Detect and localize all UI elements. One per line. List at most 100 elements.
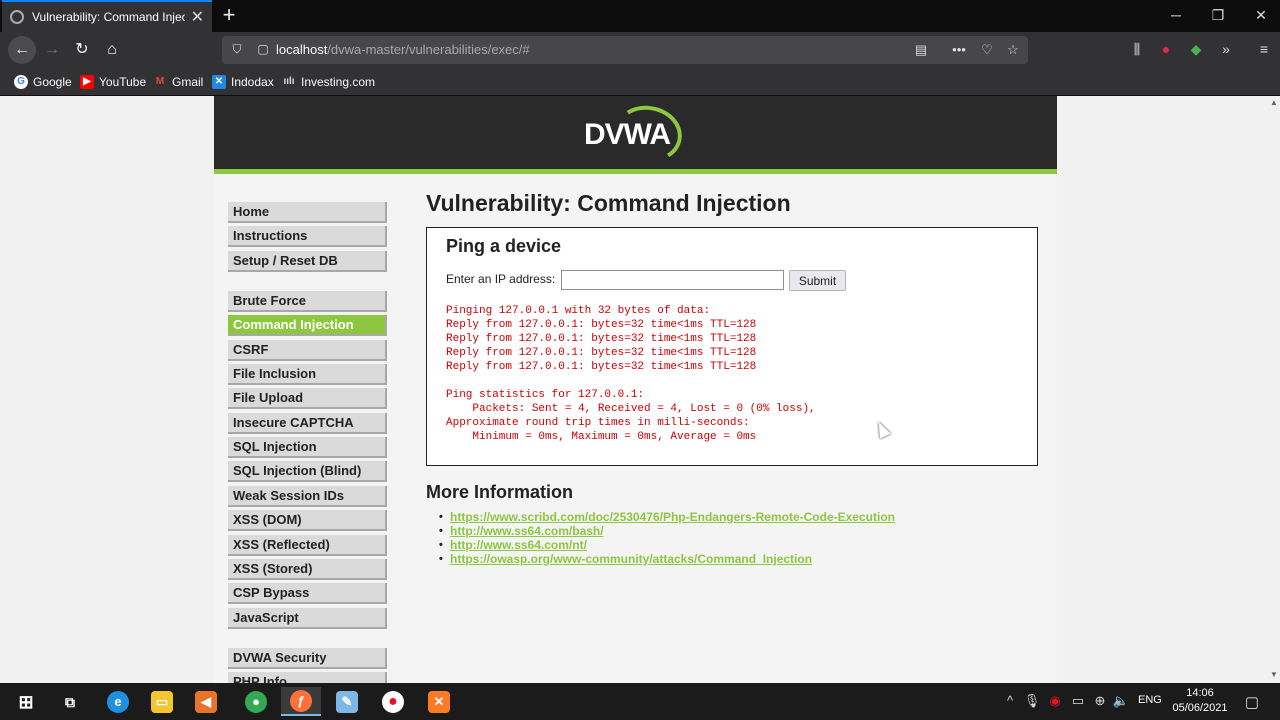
scroll-down-icon[interactable]: ▼ xyxy=(1270,670,1278,679)
link-ss64-bash[interactable]: http://www.ss64.com/bash/ xyxy=(450,524,604,538)
page-actions-icon[interactable]: ••• xyxy=(950,42,968,57)
tab-close-icon[interactable]: ✕ xyxy=(191,7,204,27)
url-text[interactable]: localhost/dvwa-master/vulnerabilities/ex… xyxy=(276,42,530,57)
dvwa-header: DVWA xyxy=(214,96,1057,174)
menu-item-csp-bypass[interactable]: CSP Bypass xyxy=(228,583,387,604)
clock-time: 14:06 xyxy=(1186,687,1214,699)
xampp-icon: ✕ xyxy=(428,690,450,713)
forward-button[interactable]: → xyxy=(38,36,66,64)
microphone-icon[interactable]: 🎙 xyxy=(1023,693,1041,709)
pocket-icon[interactable]: ♡ xyxy=(978,42,996,58)
page-scrollbar[interactable]: ▲ ▼ xyxy=(1268,96,1280,683)
menu-item-file-upload[interactable]: File Upload xyxy=(228,388,387,409)
taskbar-app-recorder[interactable]: ● xyxy=(373,687,413,716)
ip-address-input[interactable] xyxy=(561,270,784,290)
ip-address-label: Enter an IP address: xyxy=(446,272,556,286)
taskbar-app-media-player[interactable]: ◀ xyxy=(186,687,226,716)
recorder-icon: ● xyxy=(382,690,404,713)
taskbar-app-file-explorer[interactable]: ▭ xyxy=(142,687,182,716)
menu-item-sql-injection-blind[interactable]: SQL Injection (Blind) xyxy=(228,461,387,482)
home-button[interactable]: ⌂ xyxy=(98,36,126,64)
browser-tab[interactable]: Vulnerability: Command Injection ✕ xyxy=(2,0,212,32)
menu-item-instructions[interactable]: Instructions xyxy=(228,226,387,247)
scroll-up-icon[interactable]: ▲ xyxy=(1270,98,1278,107)
google-icon: G xyxy=(14,75,28,89)
menu-item-php-info[interactable]: PHP Info xyxy=(228,672,387,683)
ping-heading: Ping a device xyxy=(446,236,562,256)
page-favicon-icon xyxy=(10,10,24,24)
volume-icon[interactable]: 🔈 xyxy=(1112,693,1130,709)
bookmark-youtube[interactable]: ▶ YouTube xyxy=(80,74,146,90)
link-scribd[interactable]: https://www.scribd.com/doc/2530476/Php-E… xyxy=(450,510,895,524)
link-owasp[interactable]: https://owasp.org/www-community/attacks/… xyxy=(450,552,812,566)
overflow-menu-icon[interactable]: » xyxy=(1216,41,1236,57)
bookmark-indodax[interactable]: ✕ Indodax xyxy=(212,74,274,90)
clock[interactable]: 14:06 05/06/2021 xyxy=(1168,686,1232,716)
menu-item-csrf[interactable]: CSRF xyxy=(228,340,387,361)
menu-item-insecure-captcha[interactable]: Insecure CAPTCHA xyxy=(228,413,387,434)
file-explorer-icon: ▭ xyxy=(151,690,173,713)
menu-item-dvwa-security[interactable]: DVWA Security xyxy=(228,648,387,669)
extension-lock-icon[interactable]: ● xyxy=(1156,41,1176,57)
bookmark-gmail[interactable]: M Gmail xyxy=(153,74,204,90)
menu-item-home[interactable]: Home xyxy=(228,202,387,223)
back-button[interactable]: ← xyxy=(8,36,36,64)
submit-button[interactable]: Submit xyxy=(789,270,846,291)
navigation-toolbar: ← → ↻ ⌂ ⛉ ▢ localhost/dvwa-master/vulner… xyxy=(0,32,1280,68)
link-ss64-nt[interactable]: http://www.ss64.com/nt/ xyxy=(450,538,587,552)
menu-item-setup-reset-db[interactable]: Setup / Reset DB xyxy=(228,251,387,272)
window-close-icon[interactable]: ✕ xyxy=(1249,4,1273,26)
list-item: https://owasp.org/www-community/attacks/… xyxy=(439,552,895,566)
tracking-shield-icon[interactable]: ⛉ xyxy=(230,42,244,58)
bookmark-google[interactable]: G Google xyxy=(14,74,72,90)
menu-item-xss-dom[interactable]: XSS (DOM) xyxy=(228,510,387,531)
menu-item-javascript[interactable]: JavaScript xyxy=(228,608,387,629)
menu-item-sql-injection[interactable]: SQL Injection xyxy=(228,437,387,458)
taskbar-app-firefox[interactable]: ƒ xyxy=(281,687,321,716)
task-view-button[interactable]: ⧉ xyxy=(50,687,90,716)
media-player-icon: ◀ xyxy=(195,690,217,713)
address-bar[interactable]: ⛉ ▢ localhost/dvwa-master/vulnerabilitie… xyxy=(222,36,1028,64)
start-button[interactable]: ⊞ xyxy=(6,687,46,716)
notifications-icon[interactable]: ▢ xyxy=(1243,693,1261,711)
network-icon[interactable]: ⊕ xyxy=(1091,693,1109,709)
library-icon[interactable]: ⫼ xyxy=(1127,41,1147,58)
bookmark-label: Indodax xyxy=(231,75,274,89)
menu-item-command-injection[interactable]: Command Injection xyxy=(228,315,387,336)
reload-button[interactable]: ↻ xyxy=(68,36,96,64)
taskbar-app-chrome[interactable]: ● xyxy=(236,687,276,716)
taskbar-app-xampp[interactable]: ✕ xyxy=(419,687,459,716)
minimize-icon[interactable]: ─ xyxy=(1164,4,1188,26)
hamburger-menu-icon[interactable]: ≡ xyxy=(1254,41,1274,57)
notepad-icon: ✎ xyxy=(336,690,358,713)
tray-overflow-icon[interactable]: ^ xyxy=(1001,693,1019,708)
page-title: Vulnerability: Command Injection xyxy=(426,190,791,216)
bookmark-label: Google xyxy=(33,75,72,89)
ping-form-box: Ping a device Enter an IP address: Submi… xyxy=(426,227,1038,466)
taskbar-app-notepad[interactable]: ✎ xyxy=(327,687,367,716)
menu-item-weak-session-ids[interactable]: Weak Session IDs xyxy=(228,486,387,507)
dvwa-logo[interactable]: DVWA xyxy=(584,100,688,168)
battery-icon[interactable]: ▭ xyxy=(1069,693,1087,709)
menu-item-brute-force[interactable]: Brute Force xyxy=(228,291,387,312)
reader-view-icon[interactable]: ▤ xyxy=(912,42,930,58)
language-indicator[interactable]: ENG xyxy=(1138,694,1162,706)
recording-icon[interactable]: ◉ xyxy=(1046,693,1064,709)
restore-icon[interactable]: ❐ xyxy=(1206,4,1230,26)
tab-title: Vulnerability: Command Injection xyxy=(32,10,185,24)
extension-color-icon[interactable]: ◆ xyxy=(1186,41,1206,58)
new-tab-button[interactable]: + xyxy=(218,4,240,26)
menu-item-file-inclusion[interactable]: File Inclusion xyxy=(228,364,387,385)
bookmark-investing[interactable]: ıılı Investing.com xyxy=(282,74,375,90)
page-info-icon[interactable]: ▢ xyxy=(256,42,270,58)
bookmark-star-icon[interactable]: ☆ xyxy=(1004,42,1022,58)
bookmarks-toolbar: G Google ▶ YouTube M Gmail ✕ Indodax ıılı Inv… xyxy=(0,68,1280,96)
menu-item-xss-stored[interactable]: XSS (Stored) xyxy=(228,559,387,580)
list-item: http://www.ss64.com/bash/ xyxy=(439,524,895,538)
indodax-icon: ✕ xyxy=(212,75,226,89)
list-item: http://www.ss64.com/nt/ xyxy=(439,538,895,552)
web-page: DVWA Home Instructions Setup / Reset DB … xyxy=(0,96,1280,683)
taskbar-app-edge[interactable]: e xyxy=(98,687,138,716)
menu-item-xss-reflected[interactable]: XSS (Reflected) xyxy=(228,535,387,556)
chrome-icon: ● xyxy=(245,690,267,713)
